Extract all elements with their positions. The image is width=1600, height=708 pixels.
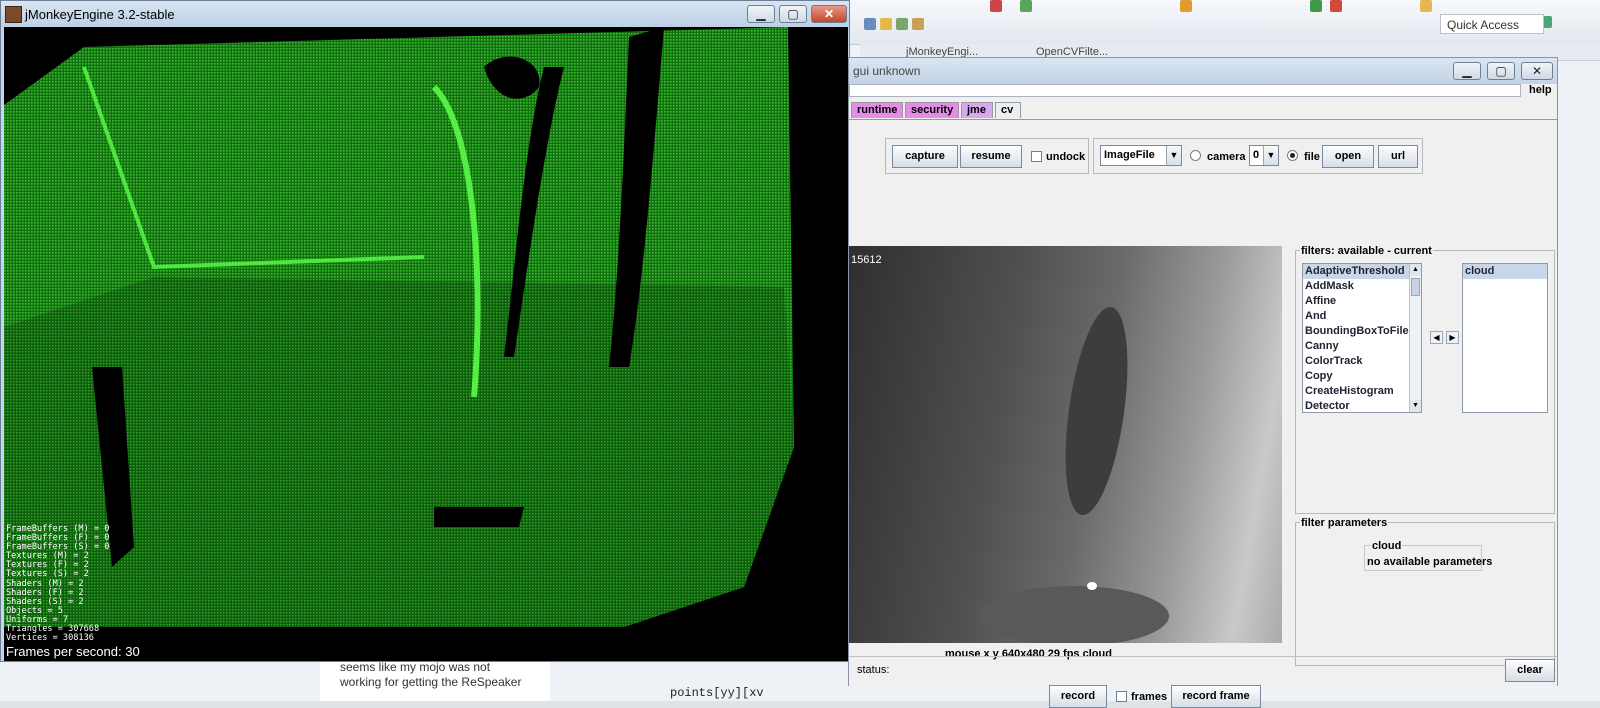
point-cloud-render xyxy=(4,27,848,661)
filter-parameters-group: filter parameters cloud no available par… xyxy=(1295,517,1555,666)
status-bar: status: clear xyxy=(849,656,1557,684)
gui-title-bar[interactable]: gui unknown ▁ ▢ ✕ xyxy=(849,58,1557,84)
help-field[interactable] xyxy=(849,84,1521,97)
list-item[interactable]: ColorTrack xyxy=(1303,354,1421,369)
resume-button[interactable]: resume xyxy=(960,145,1022,168)
list-item[interactable]: CreateHistogram xyxy=(1303,384,1421,399)
add-filter-arrow-icon[interactable]: ▶ xyxy=(1446,331,1459,344)
jme-app-icon xyxy=(5,6,22,23)
frames-label: frames xyxy=(1131,691,1168,703)
toolbar-icon[interactable] xyxy=(864,18,876,30)
close-button[interactable]: ✕ xyxy=(1521,62,1553,80)
record-frame-button[interactable]: record frame xyxy=(1171,685,1261,708)
toolbar-icon[interactable] xyxy=(880,18,892,30)
list-item[interactable]: cloud xyxy=(1463,264,1547,279)
filter-parameters-title: filter parameters xyxy=(1300,517,1389,529)
file-radio[interactable] xyxy=(1287,150,1298,161)
filters-scrollbar[interactable]: ▲ ▼ xyxy=(1409,264,1421,412)
file-label: file xyxy=(1304,151,1320,163)
list-item[interactable]: Detector xyxy=(1303,399,1421,412)
remove-filter-arrow-icon[interactable]: ◀ xyxy=(1430,331,1443,344)
source-select[interactable]: ImageFile ▼ xyxy=(1100,145,1182,166)
chevron-down-icon: ▼ xyxy=(1263,146,1278,165)
maximize-button[interactable]: ▢ xyxy=(779,5,807,23)
clear-button[interactable]: clear xyxy=(1505,659,1555,682)
depth-highlight xyxy=(1087,582,1097,590)
depth-blob xyxy=(1054,303,1139,519)
scroll-up-icon[interactable]: ▲ xyxy=(1410,264,1421,276)
toolbar-icon[interactable] xyxy=(1310,0,1322,12)
source-group: ImageFile ▼ camera 0 ▼ file open url xyxy=(1093,138,1423,174)
fps-counter: Frames per second: 30 xyxy=(6,644,140,659)
toolbar-icon[interactable] xyxy=(1330,0,1342,12)
camera-index-select[interactable]: 0 ▼ xyxy=(1249,145,1279,166)
jme-title: jMonkeyEngine 3.2-stable xyxy=(25,7,175,22)
list-item[interactable]: Canny xyxy=(1303,339,1421,354)
tab-cv[interactable]: cv xyxy=(995,102,1021,118)
tab-runtime[interactable]: runtime xyxy=(851,102,903,118)
minimize-button[interactable]: ▁ xyxy=(1453,62,1481,80)
gui-window: gui unknown ▁ ▢ ✕ help runtime security … xyxy=(848,57,1558,708)
close-button[interactable]: ✕ xyxy=(811,5,847,23)
depth-blob xyxy=(979,586,1169,643)
undock-label: undock xyxy=(1046,151,1086,163)
forum-line: working for getting the ReSpeaker xyxy=(340,675,522,689)
filters-group: filters: available - current AdaptiveThr… xyxy=(1295,245,1555,514)
camera-index-value: 0 xyxy=(1253,149,1260,161)
available-filters-list[interactable]: AdaptiveThreshold AddMask Affine And Bou… xyxy=(1302,263,1422,413)
toolbar-icon[interactable] xyxy=(1420,0,1432,12)
stat-line: Vertices = 308136 xyxy=(6,633,94,644)
forum-line: seems like my mojo was not xyxy=(340,660,491,674)
current-filters-list[interactable]: cloud xyxy=(1462,263,1548,413)
list-item[interactable]: BoundingBoxToFile xyxy=(1303,324,1421,339)
quick-access-field[interactable]: Quick Access xyxy=(1440,14,1544,34)
jme-window: jMonkeyEngine 3.2-stable ▁ ▢ ✕ FrameBuff… xyxy=(0,0,850,662)
scroll-thumb[interactable] xyxy=(1411,278,1420,296)
tab-jme[interactable]: jme xyxy=(961,102,993,118)
toolbar-icon[interactable] xyxy=(896,18,908,30)
chevron-down-icon: ▼ xyxy=(1166,146,1181,165)
minimize-button[interactable]: ▁ xyxy=(747,5,775,23)
toolbar-icon[interactable] xyxy=(990,0,1002,12)
param-text: no available parameters xyxy=(1367,556,1493,568)
param-cloud-group: cloud no available parameters xyxy=(1364,540,1492,571)
jme-title-bar[interactable]: jMonkeyEngine 3.2-stable ▁ ▢ ✕ xyxy=(1,1,849,27)
frames-checkbox[interactable] xyxy=(1116,691,1127,702)
undock-checkbox[interactable] xyxy=(1031,151,1042,162)
ide-forum-text: seems like my mojo was not working for g… xyxy=(320,660,550,701)
param-cloud-title: cloud xyxy=(1371,540,1403,552)
toolbar-icon[interactable] xyxy=(912,18,924,30)
opencv-panel: capture resume undock ImageFile ▼ camera… xyxy=(849,119,1557,708)
capture-group: capture resume undock xyxy=(885,138,1089,174)
list-item[interactable]: AddMask xyxy=(1303,279,1421,294)
help-label[interactable]: help xyxy=(1529,84,1552,96)
source-select-value: ImageFile xyxy=(1104,149,1155,161)
help-bar: help xyxy=(849,84,1557,98)
url-button[interactable]: url xyxy=(1378,145,1418,168)
camera-label: camera xyxy=(1207,151,1246,163)
maximize-button[interactable]: ▢ xyxy=(1487,62,1515,80)
tab-security[interactable]: security xyxy=(905,102,959,118)
point-cloud-viewport[interactable]: FrameBuffers (M) = 0 FrameBuffers (F) = 0… xyxy=(4,27,848,661)
gui-title: gui unknown xyxy=(853,64,921,78)
open-button[interactable]: open xyxy=(1322,145,1374,168)
status-label: status: xyxy=(857,664,890,676)
toolbar-icon[interactable] xyxy=(1180,0,1192,12)
black-right-edge xyxy=(794,27,848,661)
code-snippet: points[yy][xv xyxy=(670,686,764,700)
camera-radio[interactable] xyxy=(1190,150,1201,161)
render-stats: FrameBuffers (M) = 0 FrameBuffers (F) = 0… xyxy=(6,524,109,644)
toolbar-icon[interactable] xyxy=(1020,0,1032,12)
list-item[interactable]: AdaptiveThreshold xyxy=(1303,264,1421,279)
record-button[interactable]: record xyxy=(1049,685,1107,708)
frame-number: 15612 xyxy=(851,254,882,266)
filters-title: filters: available - current xyxy=(1300,245,1433,257)
shadow-blob xyxy=(434,507,524,527)
video-display[interactable]: 15612 xyxy=(849,246,1282,643)
capture-button[interactable]: capture xyxy=(892,145,958,168)
list-item[interactable]: Affine xyxy=(1303,294,1421,309)
list-item[interactable]: And xyxy=(1303,309,1421,324)
scroll-down-icon[interactable]: ▼ xyxy=(1410,400,1421,412)
list-item[interactable]: Copy xyxy=(1303,369,1421,384)
